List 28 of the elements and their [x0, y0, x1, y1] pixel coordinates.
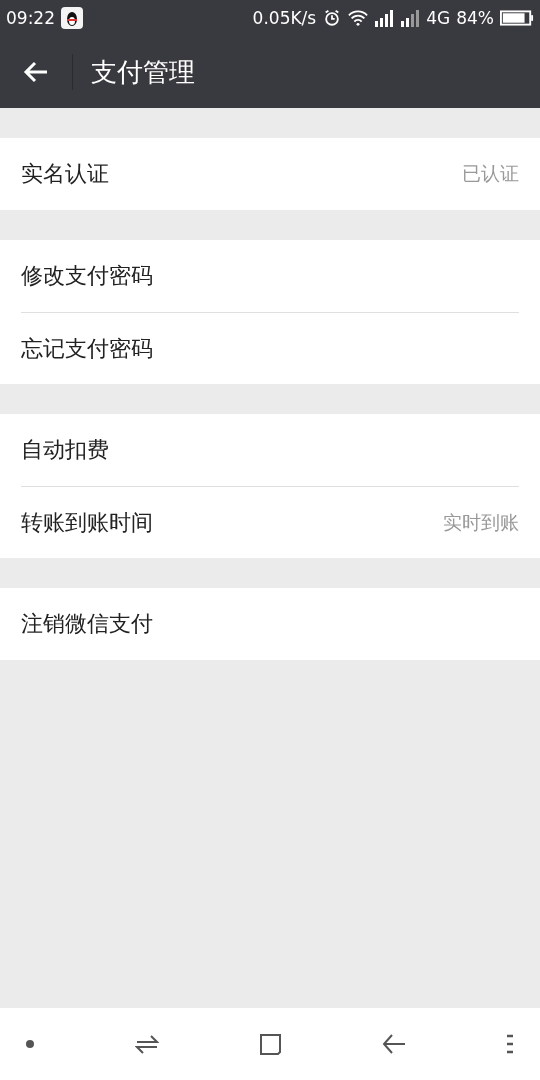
signal-icon — [374, 9, 395, 27]
battery-icon — [500, 9, 534, 27]
square-icon[interactable] — [258, 1032, 282, 1056]
switch-icon[interactable] — [134, 1032, 159, 1056]
back-icon[interactable] — [381, 1032, 406, 1056]
row-label: 忘记支付密码 — [21, 334, 153, 363]
settings-row[interactable]: 修改支付密码 — [21, 240, 519, 312]
back-icon[interactable] — [23, 60, 49, 84]
settings-row[interactable]: 自动扣费 — [21, 414, 519, 486]
row-label: 实名认证 — [21, 160, 109, 188]
penguin-icon — [61, 7, 83, 29]
signal-icon — [400, 9, 421, 27]
page-title: 支付管理 — [91, 55, 195, 89]
settings-row[interactable]: 忘记支付密码 — [21, 312, 519, 384]
dot-icon[interactable] — [25, 1039, 35, 1049]
settings-row[interactable]: 转账到账时间 实时到账 — [21, 486, 519, 558]
network-speed: 0.05K/s — [252, 8, 317, 28]
wifi-icon — [348, 9, 369, 27]
row-label: 注销微信支付 — [21, 610, 153, 638]
menu-icon[interactable] — [505, 1032, 515, 1056]
status-time: 09:22 — [6, 8, 55, 28]
row-label: 修改支付密码 — [21, 262, 153, 290]
network-type: 4G — [426, 8, 451, 28]
row-value: 实时到账 — [443, 509, 519, 535]
row-label: 转账到账时间 — [21, 508, 153, 537]
row-value: 已认证 — [462, 161, 519, 186]
row-label: 自动扣费 — [21, 436, 109, 464]
battery-percent: 84% — [456, 8, 494, 28]
